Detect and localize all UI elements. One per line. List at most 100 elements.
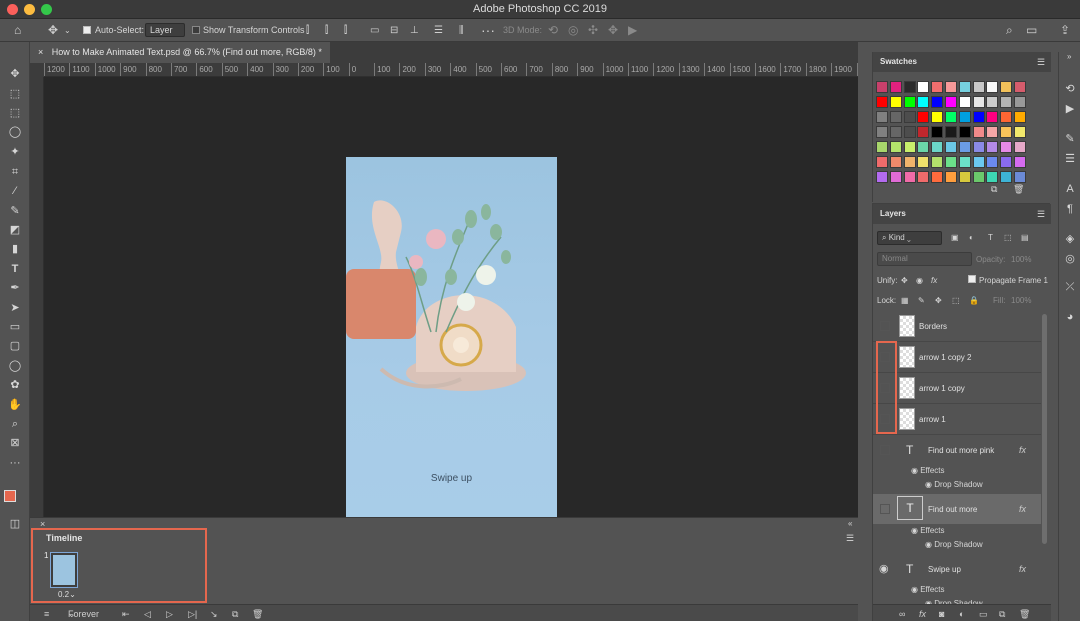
- color-swatch[interactable]: [972, 81, 985, 93]
- frame-delay[interactable]: 0.2⌄: [58, 590, 76, 599]
- propagate-checkbox[interactable]: [968, 274, 976, 284]
- color-swatch[interactable]: [972, 141, 985, 153]
- gradient-tool-icon[interactable]: ▮: [6, 241, 24, 257]
- eye-icon[interactable]: ◉: [911, 526, 918, 535]
- color-swatch[interactable]: [903, 156, 916, 168]
- lock-artboard-icon[interactable]: ⬚: [952, 296, 960, 305]
- type-tool-icon[interactable]: T: [6, 261, 24, 277]
- visibility-toggle[interactable]: [880, 445, 890, 455]
- align-center-icon[interactable]: ⫿: [325, 19, 328, 42]
- 3d-icon[interactable]: ◈: [1063, 232, 1077, 246]
- eyedropper-icon[interactable]: ⁄: [6, 183, 24, 199]
- distribute-h-icon[interactable]: ⫼: [459, 19, 464, 42]
- frame-tool-icon[interactable]: ⊠: [6, 435, 24, 451]
- workspace-icon[interactable]: ▭: [1026, 19, 1037, 42]
- marquee-tool-icon[interactable]: ⬚: [6, 105, 24, 121]
- color-swatch[interactable]: [1000, 126, 1013, 138]
- filter-pixel-icon[interactable]: ▣: [951, 233, 959, 242]
- 3d-roll-icon[interactable]: ◎: [568, 19, 578, 42]
- align-right-icon[interactable]: ⫿: [344, 19, 347, 42]
- ellipse-tool-icon[interactable]: ◯: [6, 358, 24, 374]
- first-frame-icon[interactable]: ⇤: [122, 605, 130, 621]
- eye-icon[interactable]: ◉: [911, 585, 918, 594]
- color-swatch[interactable]: [903, 171, 916, 183]
- color-swatch[interactable]: [972, 111, 985, 123]
- color-swatch[interactable]: [1000, 171, 1013, 183]
- color-swatch[interactable]: [958, 96, 971, 108]
- panel-menu-icon[interactable]: ☰: [1037, 57, 1045, 68]
- color-swatch[interactable]: [986, 126, 999, 138]
- color-swatch[interactable]: [944, 96, 957, 108]
- color-swatch[interactable]: [889, 111, 902, 123]
- eye-icon[interactable]: ◉: [925, 480, 932, 489]
- panel-menu-icon[interactable]: ☰: [846, 533, 854, 544]
- color-swatch[interactable]: [1013, 96, 1026, 108]
- play-icon[interactable]: ▷: [166, 605, 173, 621]
- collapse-panel-icon[interactable]: «: [848, 519, 852, 528]
- brush-settings-icon[interactable]: ✎: [1063, 132, 1077, 146]
- more-tools-icon[interactable]: ···: [6, 455, 24, 471]
- color-swatch[interactable]: [986, 156, 999, 168]
- color-swatch[interactable]: [903, 111, 916, 123]
- color-swatch[interactable]: [944, 141, 957, 153]
- lock-transparent-icon[interactable]: ▦: [901, 296, 909, 305]
- collapse-icon[interactable]: »: [1067, 52, 1071, 61]
- color-swatch[interactable]: [889, 126, 902, 138]
- unify-style-icon[interactable]: fx: [931, 276, 937, 285]
- color-swatch[interactable]: [972, 171, 985, 183]
- chevron-down-icon[interactable]: ⌄: [64, 19, 71, 42]
- next-frame-icon[interactable]: ▷|: [188, 605, 197, 621]
- color-swatch[interactable]: [931, 126, 944, 138]
- auto-select-checkbox[interactable]: [83, 19, 91, 42]
- color-swatch[interactable]: [958, 111, 971, 123]
- hand-tool-icon[interactable]: ✋: [6, 397, 24, 413]
- lasso-tool-icon[interactable]: ◯: [6, 124, 24, 140]
- color-swatch[interactable]: [917, 111, 930, 123]
- color-swatch[interactable]: [917, 96, 930, 108]
- color-swatch[interactable]: [903, 126, 916, 138]
- magic-wand-icon[interactable]: ✦: [6, 144, 24, 160]
- color-swatch[interactable]: [903, 81, 916, 93]
- eraser-tool-icon[interactable]: ◩: [6, 222, 24, 238]
- color-swatch[interactable]: [876, 111, 888, 123]
- search-icon[interactable]: ⌕: [1006, 19, 1013, 42]
- blend-mode-dropdown[interactable]: Normal: [877, 252, 972, 266]
- color-swatch[interactable]: [917, 171, 930, 183]
- transform-controls-checkbox[interactable]: [192, 19, 200, 42]
- color-swatch[interactable]: [1013, 141, 1026, 153]
- new-layer-icon[interactable]: ⧉: [999, 605, 1005, 621]
- link-layers-icon[interactable]: ∞: [899, 605, 905, 621]
- color-swatch[interactable]: [986, 141, 999, 153]
- color-swatch[interactable]: [986, 81, 999, 93]
- adjustment-layer-icon[interactable]: ◐: [959, 605, 964, 621]
- fx-icon[interactable]: fx: [1019, 554, 1026, 585]
- color-swatch[interactable]: [1013, 156, 1026, 168]
- custom-shape-icon[interactable]: ✿: [6, 377, 24, 393]
- history-icon[interactable]: ⟲: [1063, 82, 1077, 96]
- previous-frame-icon[interactable]: ◁: [144, 605, 151, 621]
- color-swatch[interactable]: [903, 141, 916, 153]
- color-swatch[interactable]: [876, 156, 888, 168]
- more-options-icon[interactable]: ···: [481, 19, 495, 42]
- color-swatch[interactable]: [876, 171, 888, 183]
- lock-all-icon[interactable]: 🔒: [969, 296, 979, 305]
- color-swatch[interactable]: [958, 156, 971, 168]
- color-swatch[interactable]: [944, 126, 957, 138]
- color-swatch[interactable]: [986, 171, 999, 183]
- layers-scrollbar[interactable]: [1042, 314, 1047, 544]
- move-tool-icon[interactable]: ✥: [48, 19, 58, 42]
- canvas-area[interactable]: Swipe up: [44, 77, 858, 517]
- opacity-value[interactable]: 100%: [1011, 255, 1031, 264]
- color-swatch[interactable]: [931, 96, 944, 108]
- rectangle-tool-icon[interactable]: ▭: [6, 319, 24, 335]
- color-swatch[interactable]: [986, 111, 999, 123]
- paths-icon[interactable]: ⤫: [1063, 280, 1077, 294]
- share-icon[interactable]: ⇪: [1060, 19, 1070, 42]
- quick-mask-icon[interactable]: ◫: [6, 516, 24, 532]
- character-icon[interactable]: A: [1063, 182, 1077, 196]
- color-swatch[interactable]: [876, 141, 888, 153]
- layer-filter-dropdown[interactable]: ⌕ Kind ⌄: [877, 231, 942, 245]
- crop-tool-icon[interactable]: ⌗: [6, 164, 24, 180]
- duplicate-frame-icon[interactable]: ⧉: [232, 605, 238, 621]
- layer-row[interactable]: ◉ T Swipe up fx: [873, 554, 1041, 585]
